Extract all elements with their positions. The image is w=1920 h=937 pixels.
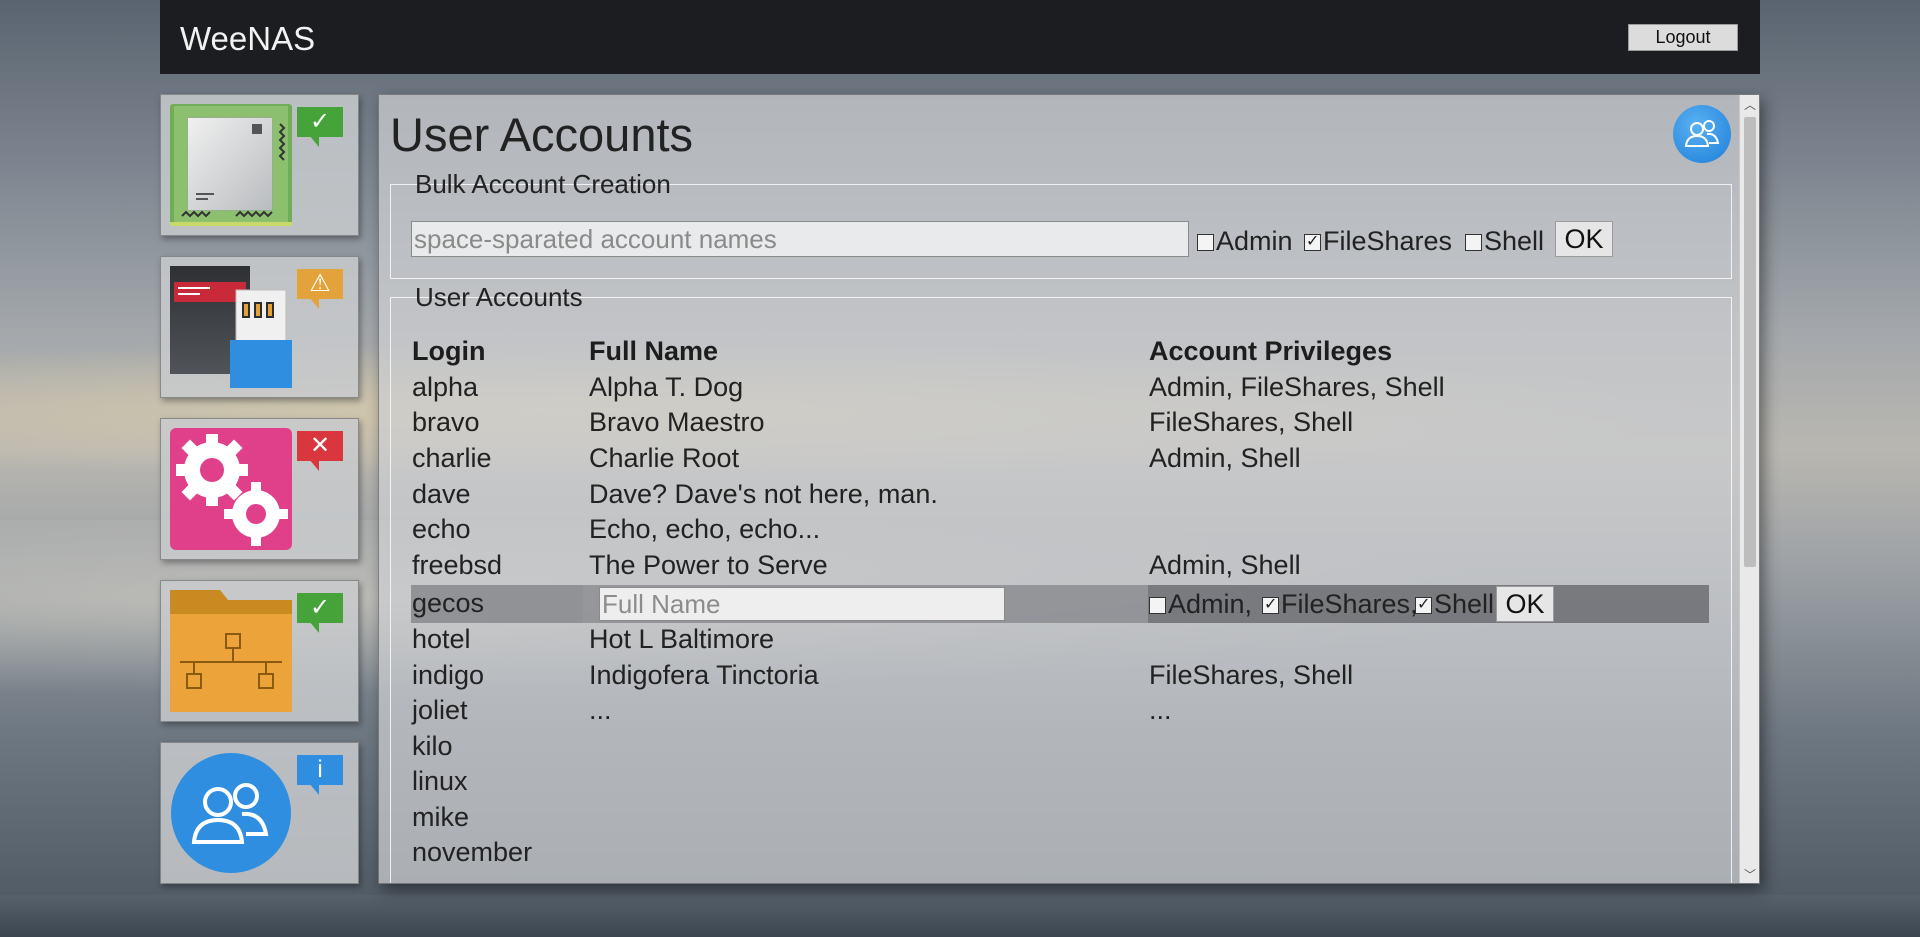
edit-shell-label: Shell [1434, 589, 1495, 619]
row-bravo-full-name[interactable]: Bravo Maestro [589, 407, 765, 438]
status-error-icon: ✕ [297, 431, 343, 471]
status-warning-icon: ⚠ [297, 269, 343, 309]
column-header-privileges[interactable]: Account Privileges [1149, 336, 1392, 367]
status-error-glyph: ✕ [297, 431, 343, 461]
main-panel: User Accounts Bulk Account Creation Admi… [378, 94, 1760, 884]
row-linux-login[interactable]: linux [412, 766, 468, 797]
edit-admin-option[interactable]: Admin, [1149, 589, 1252, 620]
tile-storage[interactable]: ⚠ [160, 256, 359, 398]
tile-shares[interactable]: ✓ [160, 580, 359, 722]
network-folder-icon [170, 590, 292, 712]
motherboard-icon [170, 104, 292, 226]
bulk-fileshares-label: FileShares [1323, 226, 1453, 256]
gears-icon [170, 428, 292, 550]
full-name-input[interactable] [599, 587, 1005, 621]
bulk-creation-group: Bulk Account Creation Admin FileShares S… [390, 169, 1732, 279]
status-warning-glyph: ⚠ [297, 269, 343, 299]
row-mike-login[interactable]: mike [412, 802, 469, 833]
row-freebsd-login[interactable]: freebsd [412, 550, 502, 581]
bulk-shell-option[interactable]: Shell [1465, 226, 1544, 257]
row-joliet-full-name[interactable]: ... [589, 695, 612, 726]
row-joliet-privileges[interactable]: ... [1149, 695, 1172, 726]
logout-button[interactable]: Logout [1628, 24, 1738, 51]
top-bar: WeeNAS Logout [160, 0, 1760, 74]
users-icon [1673, 105, 1731, 163]
bulk-ok-button[interactable]: OK [1555, 221, 1613, 257]
row-alpha-privileges[interactable]: Admin, FileShares, Shell [1149, 372, 1445, 403]
edit-ok-button[interactable]: OK [1496, 586, 1554, 622]
row-echo-login[interactable]: echo [412, 514, 471, 545]
bulk-admin-checkbox[interactable] [1197, 234, 1214, 252]
row-dave-full-name[interactable]: Dave? Dave's not here, man. [589, 479, 938, 510]
row-kilo-login[interactable]: kilo [412, 731, 453, 762]
tile-users[interactable]: i [160, 742, 359, 884]
row-alpha-login[interactable]: alpha [412, 372, 478, 403]
app-title: WeeNAS [180, 20, 316, 57]
status-ok-glyph: ✓ [297, 107, 343, 137]
status-ok-glyph: ✓ [297, 593, 343, 623]
row-dave-login[interactable]: dave [412, 479, 471, 510]
storage-devices-icon [170, 266, 292, 388]
scroll-up-icon[interactable]: ︿ [1740, 95, 1759, 115]
row-indigo-login[interactable]: indigo [412, 660, 484, 691]
scrollbar-thumb[interactable] [1744, 117, 1756, 567]
bulk-fileshares-option[interactable]: FileShares [1304, 226, 1452, 257]
edit-shell-option[interactable]: Shell [1415, 589, 1494, 620]
row-november-login[interactable]: november [412, 837, 532, 868]
tile-services[interactable]: ✕ [160, 418, 359, 560]
status-ok-icon: ✓ [297, 593, 343, 633]
bulk-account-names-input[interactable] [411, 221, 1189, 257]
editing-row-login: gecos [412, 588, 485, 618]
row-charlie-full-name[interactable]: Charlie Root [589, 443, 739, 474]
user-accounts-legend: User Accounts [415, 282, 583, 312]
column-header-full-name[interactable]: Full Name [589, 336, 718, 367]
bulk-admin-label: Admin [1216, 226, 1293, 256]
column-header-login[interactable]: Login [412, 336, 485, 367]
row-bravo-login[interactable]: bravo [412, 407, 480, 438]
row-bravo-privileges[interactable]: FileShares, Shell [1149, 407, 1353, 438]
edit-fileshares-label: FileShares, [1281, 589, 1418, 619]
row-indigo-full-name[interactable]: Indigofera Tinctoria [589, 660, 819, 691]
user-accounts-group: User Accounts Login Full Name Account Pr… [390, 282, 1732, 883]
editing-row-gecos: gecos Admin, FileShares, Shell OK [411, 585, 1709, 623]
vertical-scrollbar[interactable]: ︿ ﹀ [1739, 95, 1759, 883]
edit-fileshares-checkbox[interactable] [1262, 594, 1279, 615]
row-joliet-login[interactable]: joliet [412, 695, 468, 726]
edit-admin-label: Admin, [1168, 589, 1253, 619]
page-title: User Accounts [390, 108, 694, 161]
scroll-down-icon[interactable]: ﹀ [1740, 865, 1759, 883]
row-charlie-privileges[interactable]: Admin, Shell [1149, 443, 1301, 474]
status-info-glyph: i [297, 755, 343, 785]
bulk-creation-legend: Bulk Account Creation [415, 169, 671, 199]
row-hotel-full-name[interactable]: Hot L Baltimore [589, 624, 774, 655]
users-icon [171, 753, 291, 873]
bulk-fileshares-checkbox[interactable] [1304, 231, 1321, 252]
edit-fileshares-option[interactable]: FileShares, [1262, 589, 1418, 620]
status-ok-icon: ✓ [297, 107, 343, 147]
row-indigo-privileges[interactable]: FileShares, Shell [1149, 660, 1353, 691]
row-echo-full-name[interactable]: Echo, echo, echo... [589, 514, 820, 545]
bulk-shell-label: Shell [1484, 226, 1545, 256]
tile-system[interactable]: ✓ [160, 94, 359, 236]
background-sea [0, 895, 1920, 937]
bulk-admin-option[interactable]: Admin [1197, 226, 1293, 257]
row-hotel-login[interactable]: hotel [412, 624, 471, 655]
bulk-shell-checkbox[interactable] [1465, 234, 1482, 252]
row-freebsd-full-name[interactable]: The Power to Serve [589, 550, 828, 581]
edit-shell-checkbox[interactable] [1415, 594, 1432, 615]
row-charlie-login[interactable]: charlie [412, 443, 492, 474]
status-info-icon: i [297, 755, 343, 795]
row-alpha-full-name[interactable]: Alpha T. Dog [589, 372, 743, 403]
row-freebsd-privileges[interactable]: Admin, Shell [1149, 550, 1301, 581]
edit-admin-checkbox[interactable] [1149, 597, 1166, 615]
